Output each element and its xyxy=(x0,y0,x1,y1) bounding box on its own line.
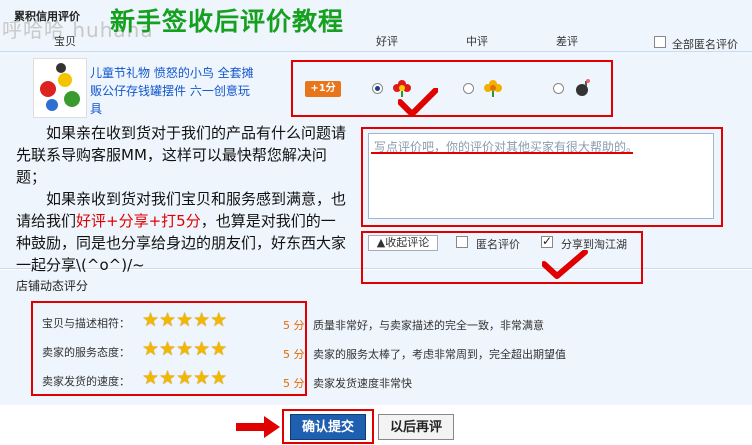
star-icon[interactable]: ★ xyxy=(159,309,176,331)
rating-row-label: 卖家的服务态度： xyxy=(42,346,130,359)
star-rating-row[interactable]: ★★★★★ xyxy=(142,309,227,331)
star-icon[interactable]: ★ xyxy=(142,309,159,331)
tutorial-title: 新手签收后评价教程 xyxy=(110,7,345,36)
arrow-right-icon xyxy=(236,416,280,438)
review-later-button[interactable]: 以后再评 xyxy=(378,414,454,440)
star-icon[interactable]: ★ xyxy=(159,367,176,389)
message-highlight: 好评+分享+打5分 xyxy=(76,212,201,230)
star-rating-row[interactable]: ★★★★★ xyxy=(142,338,227,360)
rating-row-label: 卖家发货的速度： xyxy=(42,375,130,388)
product-name-link[interactable]: 儿童节礼物 愤怒的小鸟 全套摊贩公仔存钱罐摆件 六一创意玩具 xyxy=(90,64,260,118)
neutral-flower-icon xyxy=(484,80,502,97)
rating-description: 卖家发货速度非常快 xyxy=(313,377,412,390)
checkmark-annotation-icon-2 xyxy=(542,250,588,279)
star-icon[interactable]: ★ xyxy=(142,367,159,389)
star-icon[interactable]: ★ xyxy=(142,338,159,360)
review-textarea[interactable]: 写点评价吧，你的评价对其他买家有很大帮助的。 xyxy=(368,133,714,219)
rating-description: 卖家的服务太棒了，考虑非常周到，完全超出期望值 xyxy=(313,348,566,361)
options-highlight-box xyxy=(361,231,643,284)
checkmark-annotation-icon xyxy=(398,88,438,117)
star-rating-row[interactable]: ★★★★★ xyxy=(142,367,227,389)
seller-message: 如果亲在收到货对于我们的产品有什么问题请先联系导购客服MM，这样可以最快帮您解决… xyxy=(16,122,348,276)
rating-score: 5 分 xyxy=(283,348,305,361)
column-bad: 差评 xyxy=(556,35,578,48)
bad-bomb-icon xyxy=(576,79,590,96)
rating-score: 5 分 xyxy=(283,319,305,332)
star-icon[interactable]: ★ xyxy=(210,338,227,360)
star-icon[interactable]: ★ xyxy=(176,309,193,331)
shop-rating-title: 店铺动态评分 xyxy=(16,279,89,293)
points-badge: +1分 xyxy=(305,81,341,97)
message-part1: 如果亲在收到货对于我们的产品有什么问题请先联系导购客服MM，这样可以最快帮您解决… xyxy=(16,124,347,186)
star-icon[interactable]: ★ xyxy=(193,309,210,331)
column-item: 宝贝 xyxy=(54,35,76,48)
star-icon[interactable]: ★ xyxy=(176,367,193,389)
rating-score: 5 分 xyxy=(283,377,305,390)
neutral-rating-radio[interactable] xyxy=(463,83,474,94)
rating-description: 质量非常好，与卖家描述的完全一致，非常满意 xyxy=(313,319,544,332)
all-anonymous-label: 全部匿名评价 xyxy=(672,38,738,51)
message-part2: 如果亲收到货对我们宝贝和服务感到满意，也请给我们好评+分享+打5分，也算是对我们… xyxy=(16,188,348,276)
star-icon[interactable]: ★ xyxy=(210,309,227,331)
rating-row-label: 宝贝与描述相符： xyxy=(42,317,130,330)
star-icon[interactable]: ★ xyxy=(159,338,176,360)
column-good: 好评 xyxy=(376,35,398,48)
good-rating-radio[interactable] xyxy=(372,83,383,94)
header-divider xyxy=(0,51,752,52)
placeholder-underline xyxy=(371,152,633,154)
all-anonymous-checkbox[interactable] xyxy=(654,36,666,48)
confirm-submit-button[interactable]: 确认提交 xyxy=(290,414,366,440)
product-thumbnail[interactable] xyxy=(33,58,87,118)
column-neutral: 中评 xyxy=(466,35,488,48)
star-icon[interactable]: ★ xyxy=(193,367,210,389)
bad-rating-radio[interactable] xyxy=(553,83,564,94)
star-icon[interactable]: ★ xyxy=(176,338,193,360)
star-icon[interactable]: ★ xyxy=(193,338,210,360)
star-icon[interactable]: ★ xyxy=(210,367,227,389)
